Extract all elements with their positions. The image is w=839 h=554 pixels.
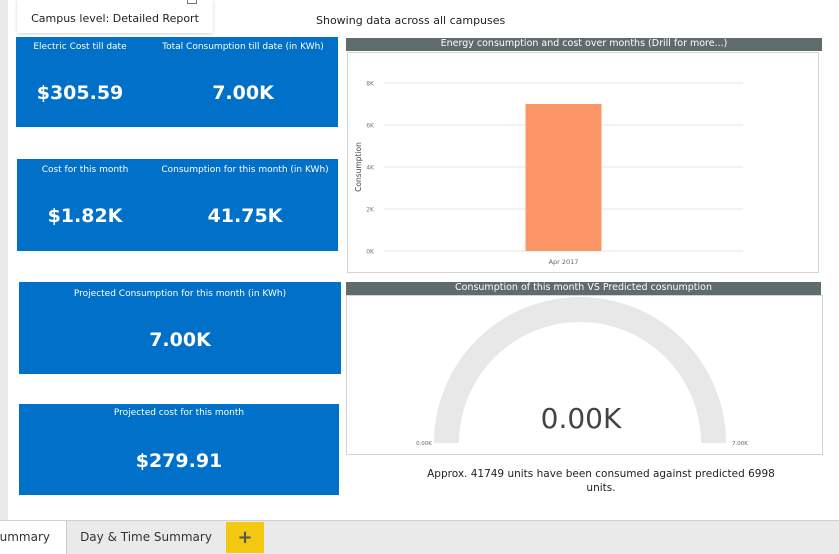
bar-chart-panel[interactable]: 0K 2K 4K 6K 8K Consumption Apr 2017 [347,52,819,273]
gauge-svg: 0.00K 0.00K 7.00K [416,297,748,447]
x-tick-label: Apr 2017 [549,258,579,266]
card-value-total-consumption: 7.00K [212,82,274,104]
card-header-projected-cost: Projected cost for this month [113,408,245,418]
consumption-footnote: Approx. 41749 units have been consumed a… [427,468,775,494]
card-value-projected-cost: $279.91 [135,450,223,472]
card-value-electric-cost: $305.59 [36,82,124,104]
tab-day-time-summary[interactable]: Day & Time Summary [67,521,225,554]
y-tick-label: 2K [366,207,375,214]
card-projected-cost[interactable]: Projected cost for this month $279.91 [19,404,339,495]
page-tab-bar: Summary Day & Time Summary + [0,520,839,554]
bar-chart-svg[interactable]: 0K 2K 4K 6K 8K Consumption Apr 2017 [348,53,818,272]
gauge-max-label: 7.00K [732,441,748,447]
tab-summary-label: Summary [0,530,50,544]
card-value-projected-consumption: 7.00K [149,329,211,351]
bar[interactable] [525,104,602,251]
card-projected-consumption[interactable]: Projected Consumption for this month (in… [19,282,341,374]
card-group-total[interactable]: Electric Cost till date Total Consumptio… [16,37,338,127]
focus-mode-icon[interactable] [187,0,197,4]
card-header-total-consumption: Total Consumption till date (in KWh) [162,42,324,52]
y-tick-label: 8K [366,81,375,88]
report-title: Campus level: Detailed Report [31,12,199,25]
card-header-consumption-month: Consumption for this month (in KWh) [161,165,329,175]
tab-day-time-label: Day & Time Summary [80,530,212,544]
report-title-box[interactable]: Campus level: Detailed Report [17,0,213,33]
bar-chart-title: Energy consumption and cost over months … [346,38,822,51]
y-axis-title: Consumption [354,142,363,192]
card-value-consumption-month: 41.75K [207,205,283,227]
y-tick-label: 4K [366,165,375,172]
card-header-cost-month: Cost for this month [41,165,129,175]
add-page-button[interactable]: + [226,522,264,553]
gauge-value: 0.00K [541,402,622,435]
gauge-panel[interactable]: 0.00K 0.00K 7.00K [346,295,823,455]
card-value-cost-month: $1.82K [47,205,123,227]
tab-summary[interactable]: Summary [0,521,67,554]
card-header-electric-cost: Electric Cost till date [33,42,127,52]
y-tick-label: 6K [366,123,375,130]
y-tick-label: 0K [366,249,375,256]
gauge-title: Consumption of this month VS Predicted c… [346,282,821,295]
card-group-month[interactable]: Cost for this month Consumption for this… [17,159,338,251]
card-header-projected-consumption: Projected Consumption for this month (in… [73,289,287,299]
report-subtitle: Showing data across all campuses [316,14,506,27]
gauge-min-label: 0.00K [416,441,432,447]
